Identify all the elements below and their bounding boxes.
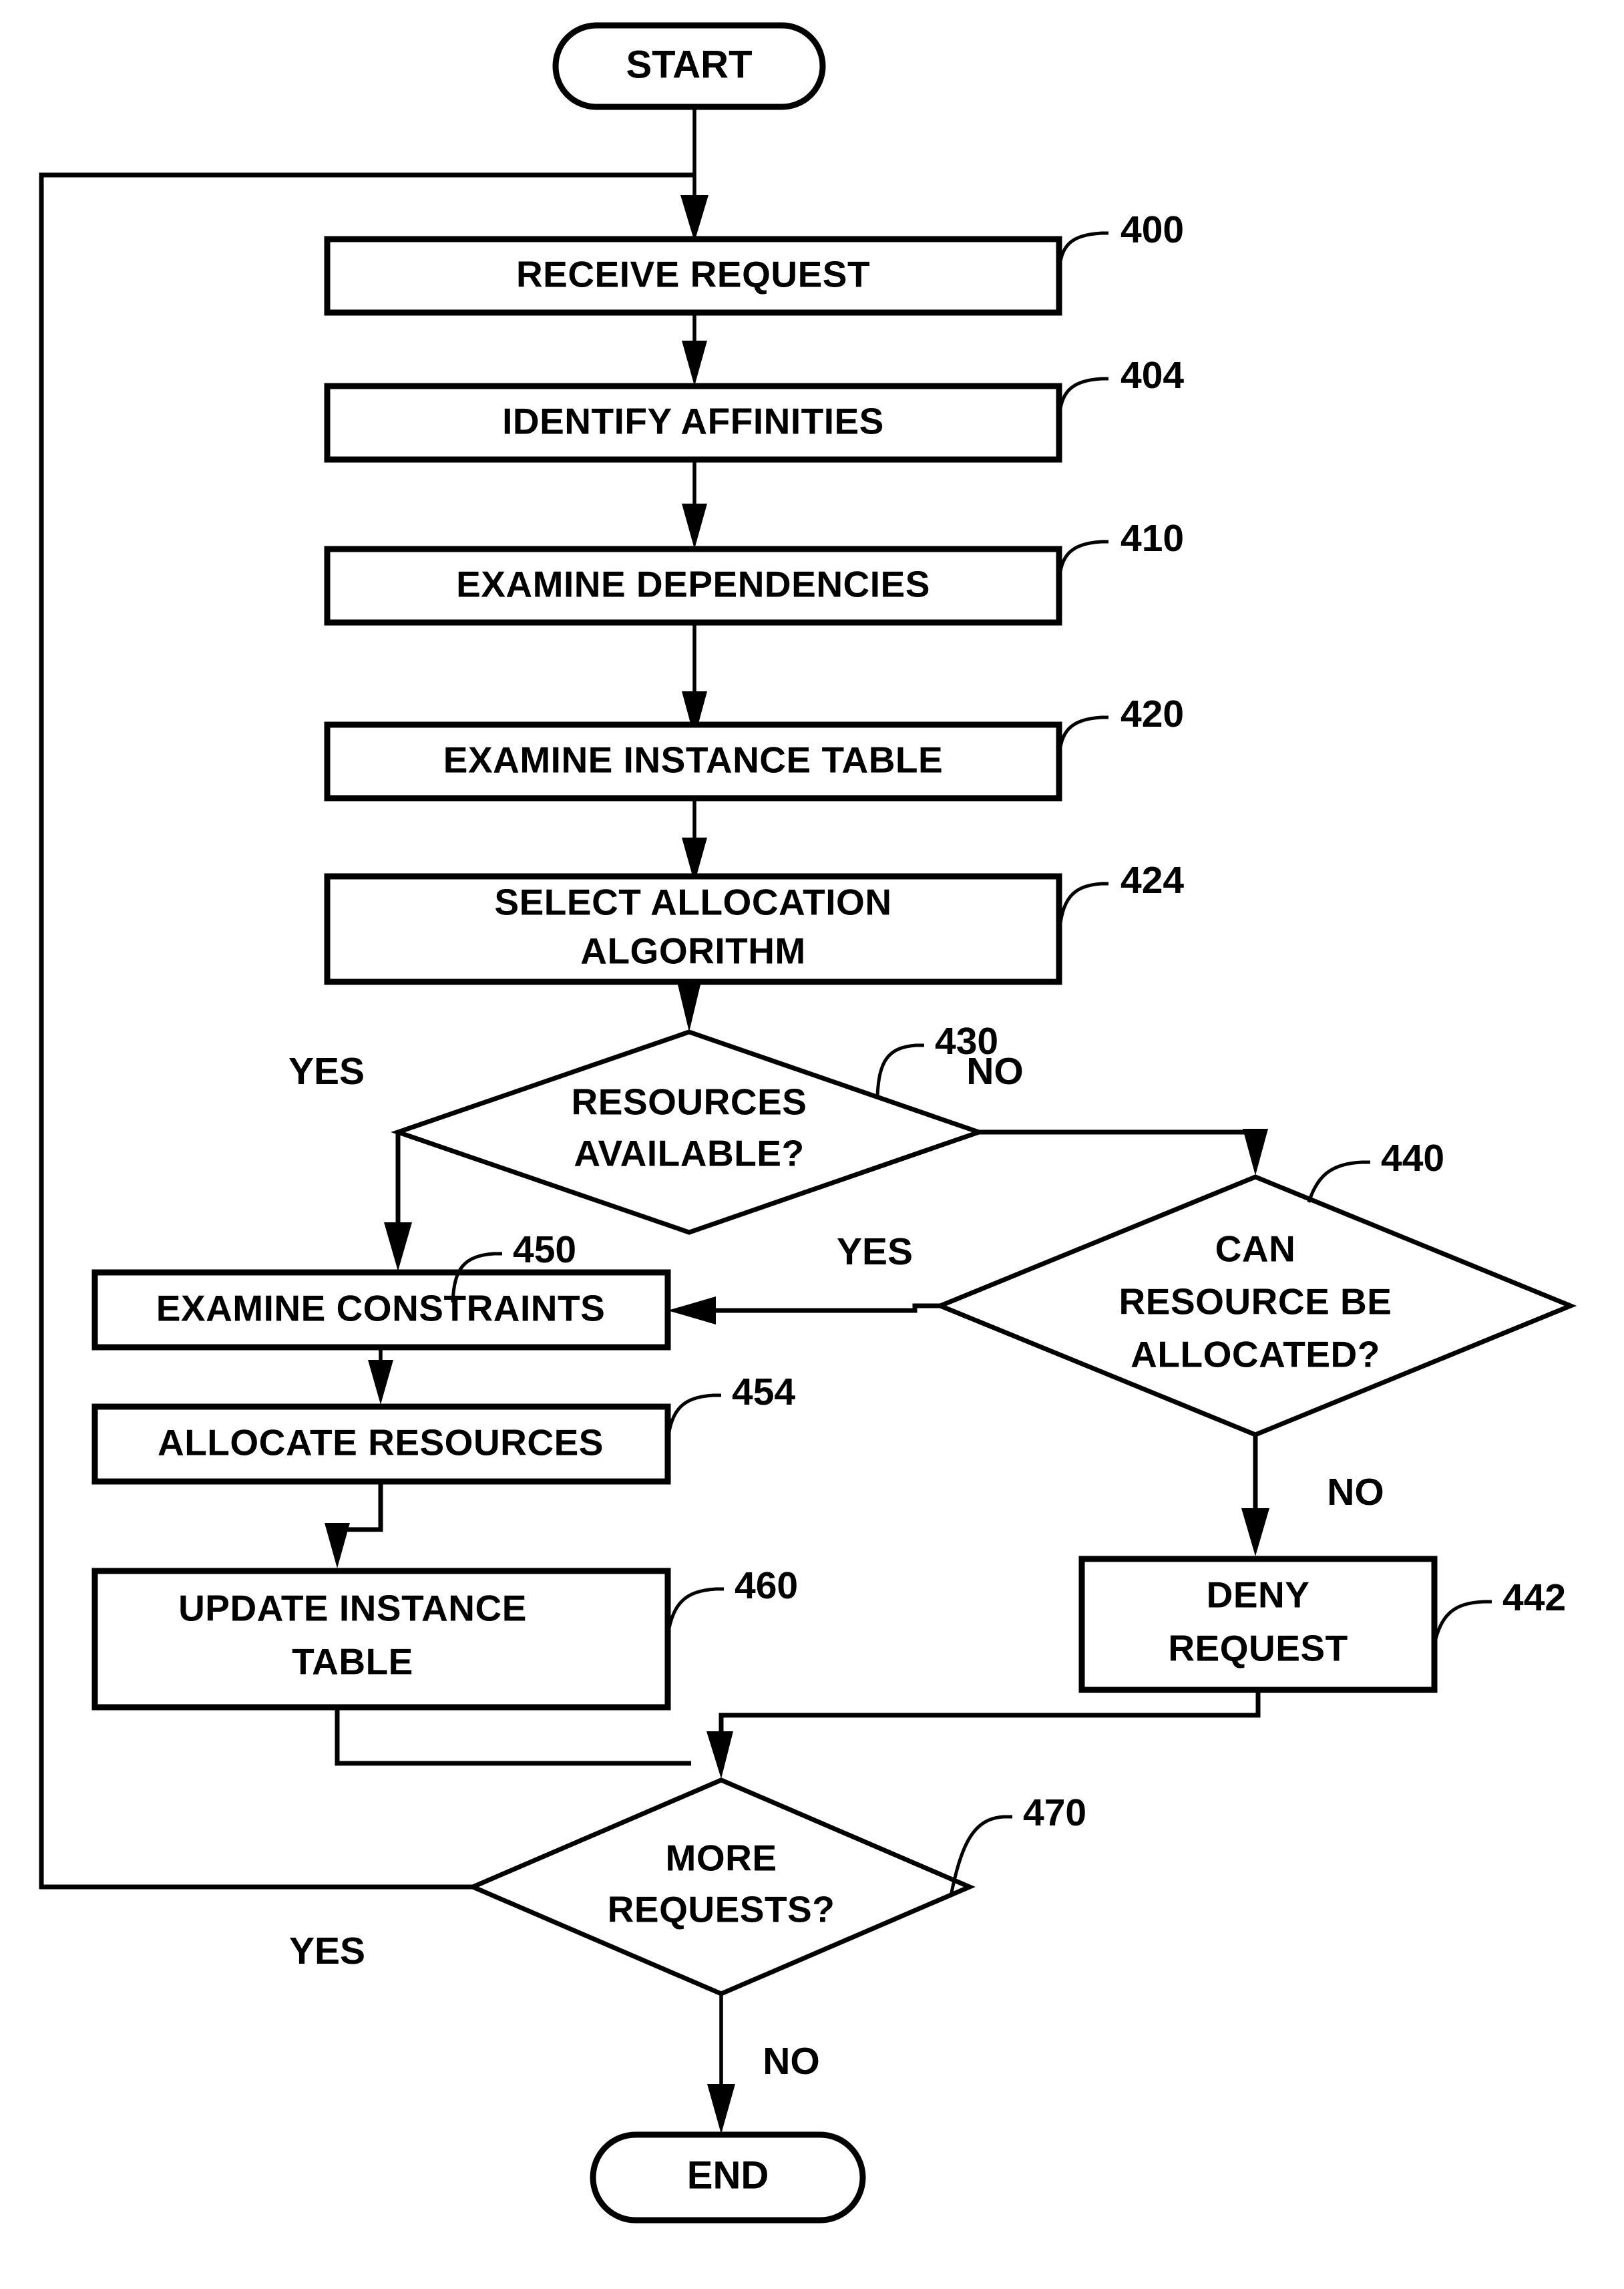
- leader-460: 460: [666, 1564, 798, 1636]
- edge-470-no-to-end: [707, 1994, 735, 2134]
- start-terminal-label: START: [626, 43, 752, 86]
- node-440-label-line2: RESOURCE BE: [1119, 1281, 1392, 1323]
- node-450-examine-constraints: EXAMINE CONSTRAINTS: [91, 1269, 671, 1351]
- node-440-label-line1: CAN: [1215, 1228, 1296, 1270]
- branch-label-470-yes: YES: [289, 1930, 365, 1972]
- branch-label-440-no: NO: [1327, 1471, 1384, 1514]
- edge-442-to-470: [706, 1690, 1261, 1779]
- leader-400: 400: [1057, 208, 1184, 275]
- node-454-allocate-resources: ALLOCATE RESOURCES: [91, 1403, 671, 1485]
- ref-numeral-470: 470: [1023, 1791, 1086, 1834]
- node-424-label-line1: SELECT ALLOCATION: [494, 882, 891, 923]
- branch-label-430-yes: YES: [288, 1050, 365, 1093]
- edge-420-to-424: [682, 798, 707, 883]
- ref-numeral-400: 400: [1121, 208, 1184, 251]
- node-400-receive-request: RECEIVE REQUEST: [324, 236, 1062, 316]
- leader-440: 440: [1307, 1137, 1444, 1203]
- node-424-label-line2: ALGORITHM: [580, 930, 806, 972]
- edge-430-yes-to-450: [384, 1132, 412, 1271]
- node-410-examine-dependencies: EXAMINE DEPENDENCIES: [324, 546, 1062, 626]
- end-terminal: END: [590, 2131, 866, 2224]
- leader-410: 410: [1057, 517, 1184, 584]
- node-442-label-line1: DENY: [1207, 1574, 1310, 1616]
- node-454-label: ALLOCATE RESOURCES: [158, 1422, 604, 1463]
- ref-numeral-424: 424: [1121, 859, 1184, 902]
- edge-404-to-410: [682, 460, 707, 549]
- branch-label-440-yes: YES: [837, 1230, 913, 1273]
- node-460-label-line2: TABLE: [292, 1641, 413, 1683]
- node-430-resources-available: RESOURCES AVAILABLE?: [391, 1029, 986, 1235]
- node-420-label: EXAMINE INSTANCE TABLE: [443, 739, 943, 781]
- node-430-label-line2: AVAILABLE?: [574, 1133, 804, 1174]
- ref-numeral-420: 420: [1121, 693, 1184, 735]
- node-460-label-line1: UPDATE INSTANCE: [178, 1588, 527, 1629]
- leader-424: 424: [1057, 859, 1184, 936]
- node-470-label-line1: MORE: [666, 1837, 777, 1879]
- edge-454-to-460: [325, 1481, 383, 1568]
- leader-454: 454: [666, 1371, 795, 1441]
- node-450-label: EXAMINE CONSTRAINTS: [156, 1288, 606, 1329]
- ref-numeral-454: 454: [732, 1371, 795, 1413]
- ref-numeral-404: 404: [1121, 354, 1184, 397]
- node-404-label: IDENTIFY AFFINITIES: [502, 401, 884, 442]
- node-442-deny-request: DENY REQUEST: [1078, 1556, 1438, 1693]
- node-460-update-instance-table: UPDATE INSTANCE TABLE: [91, 1568, 671, 1711]
- node-424-select-allocation-algorithm: SELECT ALLOCATION ALGORITHM: [324, 873, 1062, 985]
- node-410-label: EXAMINE DEPENDENCIES: [456, 564, 930, 605]
- edge-460-to-470: [335, 1707, 691, 1766]
- ref-numeral-440: 440: [1381, 1137, 1444, 1180]
- edge-410-to-420: [682, 623, 707, 738]
- node-400-label: RECEIVE REQUEST: [516, 254, 870, 295]
- leader-470: 470: [949, 1791, 1086, 1896]
- edge-400-to-404: [682, 313, 707, 386]
- node-440-can-resource-be-allocated: CAN RESOURCE BE ALLOCATED?: [934, 1174, 1577, 1437]
- node-470-more-requests: MORE REQUESTS?: [467, 1777, 976, 1996]
- node-404-identify-affinities: IDENTIFY AFFINITIES: [324, 383, 1062, 463]
- leader-420: 420: [1057, 693, 1184, 760]
- node-430-label-line1: RESOURCES: [572, 1081, 807, 1123]
- start-terminal: START: [552, 22, 826, 110]
- node-440-label-line3: ALLOCATED?: [1131, 1334, 1380, 1375]
- leader-442: 442: [1432, 1576, 1566, 1645]
- edge-440-no-to-442: [1241, 1435, 1269, 1556]
- ref-numeral-450: 450: [513, 1228, 576, 1271]
- edge-430-no-to-440: [979, 1129, 1268, 1176]
- edge-440-yes-to-450: [668, 1296, 940, 1325]
- ref-numeral-442: 442: [1502, 1576, 1566, 1619]
- end-terminal-label: END: [687, 2153, 769, 2197]
- edge-450-to-454: [368, 1347, 393, 1405]
- ref-numeral-460: 460: [735, 1564, 798, 1607]
- edge-424-to-430: [677, 982, 701, 1032]
- ref-numeral-410: 410: [1121, 517, 1184, 560]
- node-442-label-line2: REQUEST: [1168, 1628, 1348, 1669]
- branch-label-470-no: NO: [763, 2040, 820, 2083]
- branch-label-430-no: NO: [966, 1050, 1024, 1093]
- node-420-examine-instance-table: EXAMINE INSTANCE TABLE: [324, 721, 1062, 802]
- flowchart-canvas: START RECEIVE REQUEST 400 IDENTIFY AFFIN…: [0, 0, 1624, 2289]
- leader-404: 404: [1057, 354, 1184, 421]
- node-470-label-line2: REQUESTS?: [608, 1889, 835, 1930]
- flowchart-svg: START RECEIVE REQUEST 400 IDENTIFY AFFIN…: [39, 22, 1577, 2224]
